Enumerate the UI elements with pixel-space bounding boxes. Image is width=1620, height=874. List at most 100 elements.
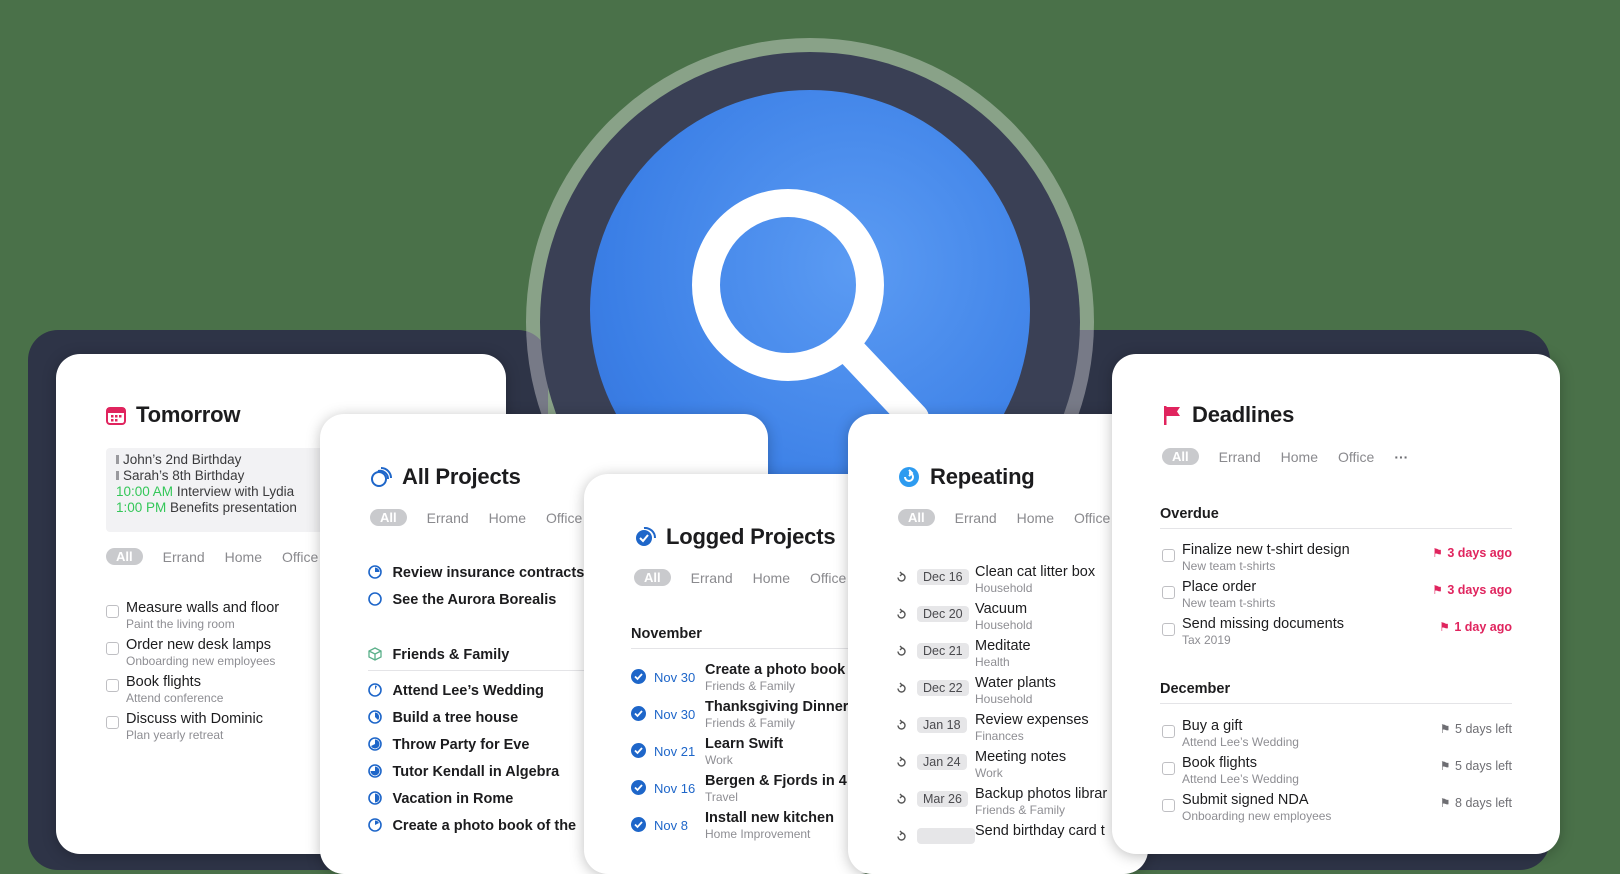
- repeating-row[interactable]: Dec 22 Water plants Household: [895, 675, 1056, 706]
- checkbox[interactable]: [1162, 799, 1175, 812]
- tag-office[interactable]: Office: [810, 570, 846, 586]
- calendar-icon: [106, 407, 126, 425]
- logged-row[interactable]: Nov 8 Install new kitchen Home Improvemen…: [631, 810, 834, 841]
- deadline-due: 5 days left: [1455, 722, 1512, 736]
- checkbox[interactable]: [1162, 623, 1175, 636]
- tag-errand[interactable]: Errand: [955, 510, 997, 526]
- repeating-title: Review expenses: [975, 712, 1089, 728]
- deadline-flag-icon: ⚑: [1432, 546, 1443, 560]
- project-progress-icon: [368, 710, 382, 724]
- checkbox[interactable]: [1162, 725, 1175, 738]
- repeating-row[interactable]: Jan 24 Meeting notes Work: [895, 749, 1066, 780]
- project-item[interactable]: Build a tree house: [368, 709, 518, 727]
- project-item[interactable]: Tutor Kendall in Algebra: [368, 763, 559, 781]
- tag-home[interactable]: Home: [753, 570, 790, 586]
- repeat-small-icon: [897, 830, 906, 841]
- checkbox[interactable]: [1162, 549, 1175, 562]
- deadline-row[interactable]: Submit signed NDA Onboarding new employee…: [1160, 792, 1512, 823]
- tag-office[interactable]: Office: [546, 510, 582, 526]
- event-time: 1:00 PM: [116, 500, 167, 515]
- checkbox[interactable]: [1162, 762, 1175, 775]
- deadline-flag-icon: ⚑: [1432, 583, 1443, 597]
- logged-row[interactable]: Nov 30 Create a photo book Friends & Fami…: [631, 662, 845, 693]
- section-header-overdue: Overdue: [1160, 506, 1219, 522]
- checkbox[interactable]: [106, 642, 119, 655]
- logged-row[interactable]: Nov 30 Thanksgiving Dinner Friends & Fami…: [631, 699, 848, 730]
- project-progress-icon: [368, 565, 382, 579]
- deadline-row[interactable]: Book flights Attend Lee’s Wedding ⚑ 5 day…: [1160, 755, 1512, 786]
- tag-office[interactable]: Office: [1338, 449, 1374, 465]
- tag-errand[interactable]: Errand: [427, 510, 469, 526]
- more-tags-button[interactable]: ···: [1394, 449, 1408, 465]
- repeating-title: Meditate: [975, 638, 1031, 654]
- checkbox[interactable]: [1162, 586, 1175, 599]
- project-progress-icon: [368, 818, 382, 832]
- deadline-row[interactable]: Buy a gift Attend Lee’s Wedding ⚑ 5 days …: [1160, 718, 1512, 749]
- deadline-due: 1 day ago: [1454, 620, 1512, 634]
- area-box-icon: [368, 647, 382, 661]
- tag-office[interactable]: Office: [282, 549, 318, 565]
- tag-all[interactable]: All: [634, 569, 671, 586]
- repeating-row[interactable]: Dec 20 Vacuum Household: [895, 601, 1032, 632]
- tag-all[interactable]: All: [106, 548, 143, 565]
- deadline-flag-icon: ⚑: [1439, 796, 1451, 810]
- logged-row[interactable]: Nov 16 Bergen & Fjords in 4 Travel: [631, 773, 847, 804]
- logged-date: Nov 30: [654, 707, 696, 722]
- tag-all[interactable]: All: [1162, 448, 1199, 465]
- project-title: Build a tree house: [392, 710, 519, 726]
- project-item[interactable]: Create a photo book of the: [368, 817, 576, 835]
- project-title: Attend Lee’s Wedding: [392, 683, 544, 699]
- list-item[interactable]: Order new desk lamps Onboarding new emplo…: [106, 637, 275, 668]
- logged-subtitle: Travel: [705, 790, 738, 804]
- deadline-due: 3 days ago: [1447, 583, 1512, 597]
- project-item[interactable]: Vacation in Rome: [368, 790, 513, 808]
- tag-errand[interactable]: Errand: [163, 549, 205, 565]
- logged-title: Thanksgiving Dinner: [705, 699, 849, 715]
- tag-home[interactable]: Home: [1017, 510, 1054, 526]
- repeating-row[interactable]: Jan 18 Review expenses Finances: [895, 712, 1089, 743]
- logged-title-row: Logged Projects: [634, 524, 836, 550]
- logged-date: Nov 21: [654, 744, 696, 759]
- project-item[interactable]: Review insurance contracts: [368, 564, 584, 582]
- deadline-row[interactable]: Place order New team t-shirts ⚑ 3 days ag…: [1160, 579, 1512, 610]
- project-item[interactable]: Attend Lee’s Wedding: [368, 682, 544, 700]
- repeat-icon: [899, 467, 919, 487]
- search-icon: [692, 189, 929, 433]
- project-item[interactable]: Throw Party for Eve: [368, 736, 529, 754]
- event-text: John’s 2nd Birthday: [123, 452, 242, 467]
- logged-row[interactable]: Nov 21 Learn Swift Work: [631, 736, 783, 767]
- repeating-row[interactable]: Mar 26 Backup photos librar Friends & Fam…: [895, 786, 1107, 817]
- logged-projects-card: Logged Projects All Errand Home Office N…: [584, 474, 884, 874]
- tag-office[interactable]: Office: [1074, 510, 1110, 526]
- tag-errand[interactable]: Errand: [1219, 449, 1261, 465]
- tag-all[interactable]: All: [370, 509, 407, 526]
- deadline-row[interactable]: Finalize new t-shirt design New team t-sh…: [1160, 542, 1512, 573]
- next-date-badge: Jan 24: [917, 754, 967, 770]
- checkbox[interactable]: [106, 716, 119, 729]
- page-title: Tomorrow: [136, 402, 241, 427]
- tag-errand[interactable]: Errand: [691, 570, 733, 586]
- tag-home[interactable]: Home: [489, 510, 526, 526]
- project-title: Create a photo book of the: [392, 818, 577, 834]
- checkbox[interactable]: [106, 679, 119, 692]
- project-item[interactable]: See the Aurora Borealis: [368, 591, 556, 609]
- tag-home[interactable]: Home: [1281, 449, 1318, 465]
- list-item[interactable]: Book flights Attend conference: [106, 674, 223, 705]
- deadlines-card: Deadlines All Errand Home Office ··· Ove…: [1112, 354, 1560, 854]
- tag-all[interactable]: All: [898, 509, 935, 526]
- logged-subtitle: Home Improvement: [705, 827, 811, 841]
- divider: [631, 648, 884, 649]
- page-title: Repeating: [930, 464, 1035, 489]
- repeating-row[interactable]: Dec 16 Clean cat litter box Household: [895, 564, 1095, 595]
- list-item[interactable]: Discuss with Dominic Plan yearly retreat: [106, 711, 263, 742]
- repeating-row[interactable]: Dec 21 Meditate Health: [895, 638, 1031, 669]
- area-header[interactable]: Friends & Family: [368, 646, 509, 664]
- repeating-row[interactable]: Send birthday card t: [895, 823, 1105, 844]
- checkbox[interactable]: [106, 605, 119, 618]
- completed-check-icon: [631, 743, 646, 758]
- tag-home[interactable]: Home: [225, 549, 262, 565]
- divider: [1160, 528, 1512, 529]
- repeating-title: Meeting notes: [975, 749, 1067, 765]
- list-item[interactable]: Measure walls and floor Paint the living …: [106, 600, 279, 631]
- deadline-row[interactable]: Send missing documents Tax 2019 ⚑ 1 day a…: [1160, 616, 1512, 647]
